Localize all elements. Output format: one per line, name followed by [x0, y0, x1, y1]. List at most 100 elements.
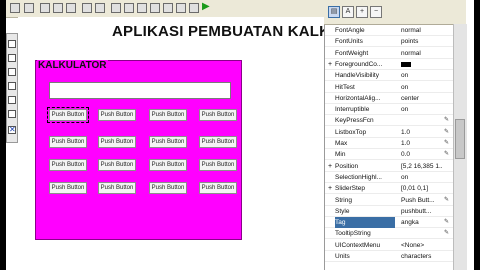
slider-tool-icon[interactable] — [8, 54, 16, 62]
edit-pencil-icon[interactable]: ✎ — [444, 228, 452, 239]
undo-icon[interactable] — [82, 3, 92, 13]
tab-order-icon[interactable] — [137, 3, 147, 13]
align-icon[interactable] — [111, 3, 121, 13]
collapse-icon[interactable]: − — [370, 6, 382, 18]
property-row[interactable]: SelectionHighl... on — [325, 172, 453, 183]
property-value[interactable]: [5,2 16,385 1... — [401, 161, 443, 172]
scrollbar-thumb[interactable] — [455, 119, 465, 159]
toolbar-editor-icon[interactable] — [150, 3, 160, 13]
property-row[interactable]: Interruptible on — [325, 104, 453, 116]
inspector-icon[interactable] — [176, 3, 186, 13]
guide-toolbar: ▶ — [6, 0, 324, 18]
push-button[interactable]: Push Button — [149, 109, 187, 121]
display-field[interactable] — [49, 82, 231, 99]
property-row[interactable]: HitTest on — [325, 82, 453, 93]
push-button[interactable]: Push Button — [49, 159, 87, 171]
push-button[interactable]: Push Button — [98, 109, 136, 121]
property-row[interactable]: Units characters — [325, 251, 453, 262]
menu-editor-icon[interactable] — [124, 3, 134, 13]
property-value[interactable]: normal — [401, 48, 443, 59]
push-button[interactable]: Push Button — [149, 182, 187, 194]
property-row[interactable]: Min 0.0 ✎ — [325, 149, 453, 161]
checkbox-tool-icon[interactable] — [8, 82, 16, 90]
property-value[interactable]: <None> — [401, 240, 443, 251]
inspector-scrollbar[interactable] — [453, 24, 467, 270]
push-button[interactable]: Push Button — [98, 159, 136, 171]
edit-tool-icon[interactable] — [8, 96, 16, 104]
property-value[interactable]: on — [401, 172, 443, 183]
property-row[interactable]: Style pushbutt... — [325, 206, 453, 217]
property-row[interactable]: + SliderStep [0,01 0,1] — [325, 183, 453, 195]
property-value[interactable]: 1.0 — [401, 138, 443, 149]
push-button[interactable]: Push Button — [199, 182, 237, 194]
property-value[interactable]: points — [401, 36, 443, 47]
edit-pencil-icon[interactable]: ✎ — [444, 195, 452, 206]
cut-icon[interactable] — [40, 3, 50, 13]
property-name: FontUnits — [335, 38, 363, 46]
property-value[interactable]: 1.0 — [401, 127, 443, 138]
push-button[interactable]: Push Button — [149, 159, 187, 171]
property-row[interactable]: String Push Butt... ✎ — [325, 195, 453, 206]
copy-icon[interactable] — [53, 3, 63, 13]
sort-alpha-icon[interactable]: A — [342, 6, 354, 18]
expand-toggle[interactable]: + — [328, 183, 334, 194]
property-row[interactable]: TooltipString ✎ — [325, 228, 453, 240]
edit-pencil-icon[interactable]: ✎ — [444, 115, 452, 126]
property-value[interactable]: characters — [401, 251, 443, 262]
expand-icon[interactable]: + — [356, 6, 368, 18]
push-button[interactable]: Push Button — [47, 107, 89, 123]
push-button[interactable]: Push Button — [98, 182, 136, 194]
property-value[interactable] — [401, 59, 443, 70]
edit-pencil-icon[interactable]: ✎ — [444, 149, 452, 160]
property-row[interactable]: + ForegroundCo... — [325, 59, 453, 70]
component-palette: ✕ — [6, 33, 18, 143]
property-row[interactable]: HorizontalAlig... center — [325, 93, 453, 104]
property-row[interactable]: FontWeight normal — [325, 48, 453, 59]
object-browser-icon[interactable] — [189, 3, 199, 13]
push-button[interactable]: Push Button — [199, 136, 237, 148]
push-button[interactable]: Push Button — [149, 136, 187, 148]
property-value[interactable]: [0,01 0,1] — [401, 183, 443, 194]
property-row[interactable]: Max 1.0 ✎ — [325, 138, 453, 149]
property-value[interactable]: normal — [401, 25, 443, 36]
edit-pencil-icon[interactable]: ✎ — [444, 217, 452, 228]
property-value[interactable]: 0.0 — [401, 149, 443, 160]
color-swatch[interactable] — [401, 61, 411, 67]
push-button[interactable]: Push Button — [49, 136, 87, 148]
property-value[interactable]: on — [401, 104, 443, 115]
property-row[interactable]: ListboxTop 1.0 ✎ — [325, 127, 453, 138]
property-row[interactable]: HandleVisibility on — [325, 70, 453, 82]
pushbutton-tool-icon[interactable] — [8, 40, 16, 48]
radio-tool-icon[interactable] — [8, 68, 16, 76]
mfile-icon[interactable] — [163, 3, 173, 13]
property-name: Max — [335, 140, 348, 147]
edit-pencil-icon[interactable]: ✎ — [444, 138, 452, 149]
edit-pencil-icon[interactable]: ✎ — [444, 127, 452, 138]
property-row[interactable]: Tag angka ✎ — [325, 217, 453, 229]
push-button[interactable]: Push Button — [49, 182, 87, 194]
property-value[interactable]: center — [401, 93, 443, 104]
open-icon[interactable] — [24, 3, 34, 13]
property-row[interactable]: UIContextMenu <None> — [325, 240, 453, 251]
expand-toggle[interactable]: + — [328, 59, 334, 70]
property-row[interactable]: + Position [5,2 16,385 1... — [325, 161, 453, 172]
sort-category-icon[interactable]: ▤ — [328, 6, 340, 18]
property-value[interactable]: on — [401, 82, 443, 93]
redo-icon[interactable] — [95, 3, 105, 13]
property-value[interactable]: on — [401, 70, 443, 81]
property-row[interactable]: KeyPressFcn ✎ — [325, 115, 453, 127]
push-button[interactable]: Push Button — [199, 109, 237, 121]
push-button[interactable]: Push Button — [98, 136, 136, 148]
run-icon[interactable]: ▶ — [202, 2, 212, 12]
push-button[interactable]: Push Button — [199, 159, 237, 171]
property-row[interactable]: FontUnits points — [325, 36, 453, 48]
property-value[interactable]: pushbutt... — [401, 206, 443, 217]
property-value[interactable]: Push Butt... — [401, 195, 443, 206]
paste-icon[interactable] — [66, 3, 76, 13]
expand-toggle[interactable]: + — [328, 161, 334, 172]
save-icon[interactable] — [10, 3, 20, 13]
property-value[interactable]: angka — [401, 217, 443, 228]
property-row[interactable]: FontAngle normal — [325, 25, 453, 36]
listbox-tool-icon[interactable] — [8, 110, 16, 118]
close-x-icon[interactable]: ✕ — [8, 126, 16, 134]
